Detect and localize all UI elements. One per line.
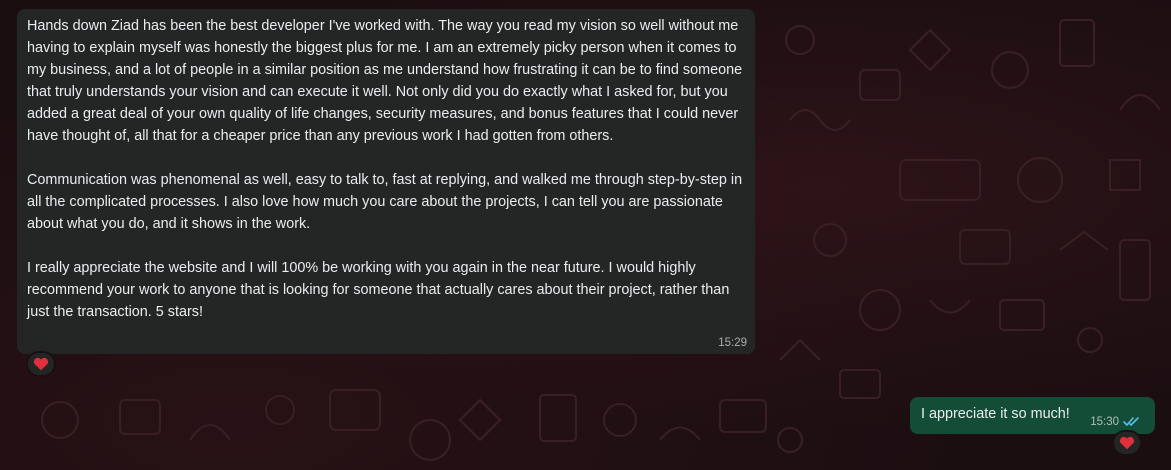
incoming-message-bubble[interactable]: Hands down Ziad has been the best develo…: [17, 9, 755, 354]
message-timestamp: 15:29: [718, 337, 747, 349]
heart-reaction[interactable]: [1112, 430, 1142, 456]
heart-icon: [33, 357, 49, 371]
heart-icon: [1119, 436, 1135, 450]
message-timestamp: 15:30: [1090, 416, 1119, 428]
message-paragraph: Communication was phenomenal as well, ea…: [27, 172, 743, 232]
message-paragraph: Hands down Ziad has been the best develo…: [27, 18, 743, 144]
message-paragraph: I really appreciate the website and I wi…: [27, 260, 730, 320]
heart-reaction[interactable]: [26, 351, 56, 377]
outgoing-message-bubble[interactable]: I appreciate it so much! 15:30: [910, 397, 1155, 434]
message-text: I appreciate it so much!: [921, 406, 1070, 422]
double-check-read-icon: [1123, 417, 1139, 426]
